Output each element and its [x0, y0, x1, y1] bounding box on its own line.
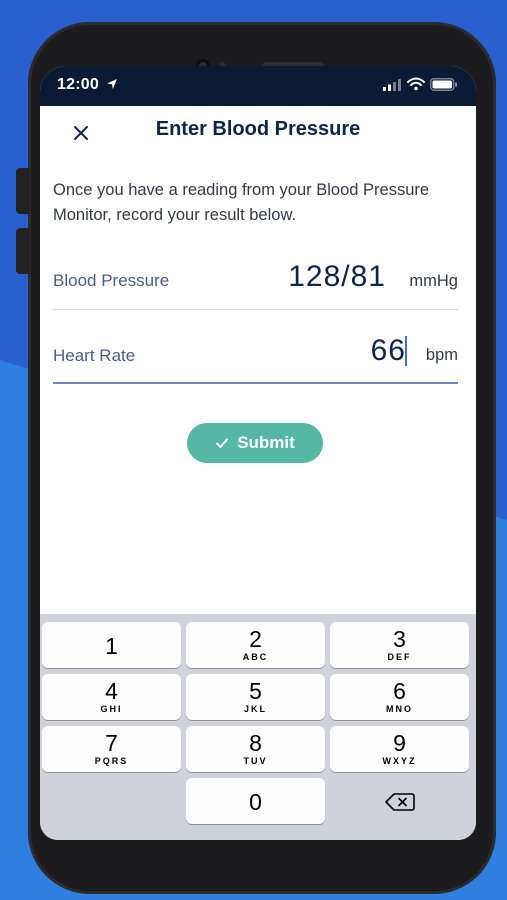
- blood-pressure-field[interactable]: Blood Pressure 128/81 mmHg: [53, 252, 458, 312]
- key-number: 0: [249, 789, 262, 815]
- heart-rate-divider: [53, 382, 458, 384]
- key-letters: TUV: [243, 756, 268, 766]
- numeric-keypad: 1 2 ABC 3 DEF 4 GHI 5 JKL 6 MNO 7 PQRS 8…: [40, 614, 476, 840]
- status-time: 12:00: [57, 76, 99, 93]
- key-letters: WXYZ: [382, 756, 417, 766]
- location-arrow-icon: [107, 79, 117, 89]
- heart-rate-unit: bpm: [425, 346, 458, 364]
- heart-rate-label: Heart Rate: [53, 346, 136, 365]
- battery-icon: [430, 78, 457, 91]
- blood-pressure-unit: mmHg: [409, 272, 458, 290]
- key-number: 4: [105, 678, 118, 704]
- key-number: 9: [393, 730, 406, 756]
- heart-rate-field[interactable]: Heart Rate 66 bpm: [53, 324, 458, 384]
- blood-pressure-label: Blood Pressure: [53, 271, 170, 290]
- key-number: 3: [393, 626, 406, 652]
- text-caret: [405, 336, 407, 366]
- key-number: 6: [393, 678, 406, 704]
- key-0[interactable]: 0: [186, 778, 325, 824]
- key-number: 7: [105, 730, 118, 756]
- key-4[interactable]: 4 GHI: [42, 674, 181, 720]
- key-letters: ABC: [242, 652, 269, 662]
- signal-icon: [383, 79, 401, 91]
- key-letters: GHI: [100, 704, 123, 714]
- key-1[interactable]: 1: [42, 622, 181, 668]
- side-button-upper: [16, 168, 30, 214]
- key-letters: JKL: [243, 704, 267, 714]
- key-number: 5: [249, 678, 262, 704]
- blood-pressure-divider: [53, 309, 458, 310]
- key-5[interactable]: 5 JKL: [186, 674, 325, 720]
- key-letters: PQRS: [94, 756, 129, 766]
- status-bar: 12:00: [40, 66, 476, 106]
- key-8[interactable]: 8 TUV: [186, 726, 325, 772]
- backspace-icon: [385, 793, 415, 811]
- delete-key[interactable]: [330, 778, 469, 824]
- phone-screen: 12:00 Enter Blood Pressure Once you have…: [40, 66, 476, 840]
- wifi-icon: [407, 77, 425, 91]
- key-3[interactable]: 3 DEF: [330, 622, 469, 668]
- submit-button[interactable]: Submit: [187, 423, 323, 463]
- key-9[interactable]: 9 WXYZ: [330, 726, 469, 772]
- instructions-text: Once you have a reading from your Blood …: [53, 181, 430, 224]
- page-title: Enter Blood Pressure: [155, 118, 361, 140]
- side-button-lower: [16, 228, 30, 274]
- heart-rate-value[interactable]: 66: [371, 334, 406, 368]
- submit-label: Submit: [237, 433, 295, 452]
- blood-pressure-value[interactable]: 128/81: [288, 260, 386, 294]
- key-letters: MNO: [386, 704, 413, 714]
- key-number: 2: [249, 626, 262, 652]
- key-letters: DEF: [387, 652, 412, 662]
- key-number: 8: [249, 730, 262, 756]
- key-6[interactable]: 6 MNO: [330, 674, 469, 720]
- key-2[interactable]: 2 ABC: [186, 622, 325, 668]
- key-7[interactable]: 7 PQRS: [42, 726, 181, 772]
- check-icon: [216, 438, 229, 448]
- key-number: 1: [105, 633, 118, 659]
